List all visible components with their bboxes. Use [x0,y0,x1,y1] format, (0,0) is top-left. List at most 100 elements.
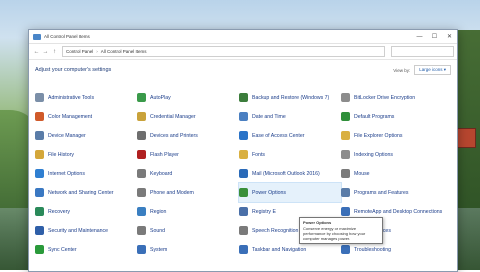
control-panel-item-label: Keyboard [150,170,173,177]
taskbar-icon [239,245,248,254]
system-icon [137,245,146,254]
control-panel-item-label: Internet Options [48,170,85,177]
flash-icon [137,150,146,159]
close-button[interactable]: ✕ [442,30,457,43]
back-button[interactable]: ← [32,47,41,56]
control-panel-item[interactable]: Ease of Access Center [239,126,341,145]
tooltip-text: Conserve energy or maximize performance … [303,226,366,241]
forward-button[interactable]: → [41,47,50,56]
control-panel-item-label: Registry E [252,208,276,215]
control-panel-item[interactable]: Color Management [35,107,137,126]
control-panel-item-label: Network and Sharing Center [48,189,114,196]
control-panel-item[interactable]: Mouse [341,164,443,183]
title-bar[interactable]: All Control Panel Items — ☐ ✕ [29,30,457,44]
control-panel-item-label: Fonts [252,151,265,158]
color-icon [35,112,44,121]
control-panel-item-label: Sync Center [48,246,77,253]
control-panel-item[interactable]: System [137,240,239,259]
control-panel-item-label: Speech Recognition [252,227,299,234]
control-panel-item[interactable]: Programs and Features [341,183,443,202]
control-panel-item-label: Credential Manager [150,113,196,120]
control-panel-item[interactable]: File Explorer Options [341,126,443,145]
control-panel-item-label: Region [150,208,167,215]
network-icon [35,188,44,197]
control-panel-item-label: System [150,246,168,253]
control-panel-item-label: File History [48,151,74,158]
control-panel-item[interactable]: Network and Sharing Center [35,183,137,202]
search-input[interactable] [391,46,454,57]
control-panel-item[interactable]: Internet Options [35,164,137,183]
control-panel-item-label: Taskbar and Navigation [252,246,307,253]
control-panel-item[interactable]: Mail (Microsoft Outlook 2016) [239,164,341,183]
power-icon [239,188,248,197]
power-options-tooltip: Power Options Conserve energy or maximiz… [299,217,383,244]
control-panel-item-label: Troubleshooting [354,246,392,253]
control-panel-item-label: Color Management [48,113,93,120]
control-panel-item[interactable]: Keyboard [137,164,239,183]
control-panel-item[interactable]: Sound [137,221,239,240]
breadcrumb-control-panel[interactable]: Control Panel [66,49,93,54]
up-button[interactable]: ↑ [50,47,59,56]
device-manager-icon [35,131,44,140]
control-panel-item[interactable]: Recovery [35,202,137,221]
control-panel-item[interactable]: Device Manager [35,126,137,145]
control-panel-item[interactable]: Backup and Restore (Windows 7) [239,88,341,107]
phone-icon [137,188,146,197]
control-panel-item-label: AutoPlay [150,94,171,101]
control-panel-item-label: RemoteApp and Desktop Connections [354,208,443,215]
address-bar[interactable]: Control Panel › All Control Panel Items [62,46,385,57]
breadcrumb-all-items[interactable]: All Control Panel Items [101,49,147,54]
control-panel-icon [33,33,41,40]
keyboard-icon [137,169,146,178]
maximize-button[interactable]: ☐ [427,30,442,43]
control-panel-item-label: Mail (Microsoft Outlook 2016) [252,170,320,177]
control-panel-item-label: BitLocker Drive Encryption [354,94,416,101]
default-programs-icon [341,112,350,121]
security-icon [35,226,44,235]
control-panel-item-label: Indexing Options [354,151,393,158]
breadcrumb-separator-icon: › [96,49,98,54]
control-panel-item[interactable]: Region [137,202,239,221]
control-panel-item[interactable]: Fonts [239,145,341,164]
control-panel-item[interactable]: Devices and Printers [137,126,239,145]
minimize-button[interactable]: — [412,30,427,43]
control-panel-item-label: Devices and Printers [150,132,198,139]
control-panel-item-label: File Explorer Options [354,132,403,139]
control-panel-item[interactable]: Security and Maintenance [35,221,137,240]
control-panel-item[interactable]: Power Options [238,182,342,203]
recovery-icon [35,207,44,216]
control-panel-item-label: Security and Maintenance [48,227,108,234]
mouse-icon [341,169,350,178]
tooltip-title: Power Options [303,220,332,225]
control-panel-item[interactable]: Phone and Modem [137,183,239,202]
control-panel-item[interactable]: Indexing Options [341,145,443,164]
control-panel-item-label: Device Manager [48,132,86,139]
file-history-icon [35,150,44,159]
control-panel-item-label: Backup and Restore (Windows 7) [252,94,330,101]
control-panel-item[interactable]: Credential Manager [137,107,239,126]
control-panel-item[interactable]: BitLocker Drive Encryption [341,88,443,107]
view-by-dropdown[interactable]: Large icons ▾ [414,65,451,75]
control-panel-item[interactable]: Default Programs [341,107,443,126]
control-panel-item[interactable]: File History [35,145,137,164]
credential-icon [137,112,146,121]
control-panel-item-label: Default Programs [354,113,395,120]
control-panel-item-label: Programs and Features [354,189,409,196]
control-panel-item[interactable]: Flash Player [137,145,239,164]
indexing-icon [341,150,350,159]
fonts-icon [239,150,248,159]
registry-icon [239,207,248,216]
autoplay-icon [137,93,146,102]
control-panel-item-label: Phone and Modem [150,189,194,196]
internet-icon [35,169,44,178]
control-panel-item[interactable]: Sync Center [35,240,137,259]
tools-icon [35,93,44,102]
control-panel-item[interactable]: AutoPlay [137,88,239,107]
control-panel-item-label: Recovery [48,208,70,215]
printer-icon [137,131,146,140]
control-panel-item-label: Ease of Access Center [252,132,305,139]
control-panel-item[interactable]: Date and Time [239,107,341,126]
control-panel-item-label: Sound [150,227,166,234]
control-panel-item[interactable]: Administrative Tools [35,88,137,107]
control-panel-items-grid: Administrative Tools AutoPlay Backup and R… [35,88,445,259]
